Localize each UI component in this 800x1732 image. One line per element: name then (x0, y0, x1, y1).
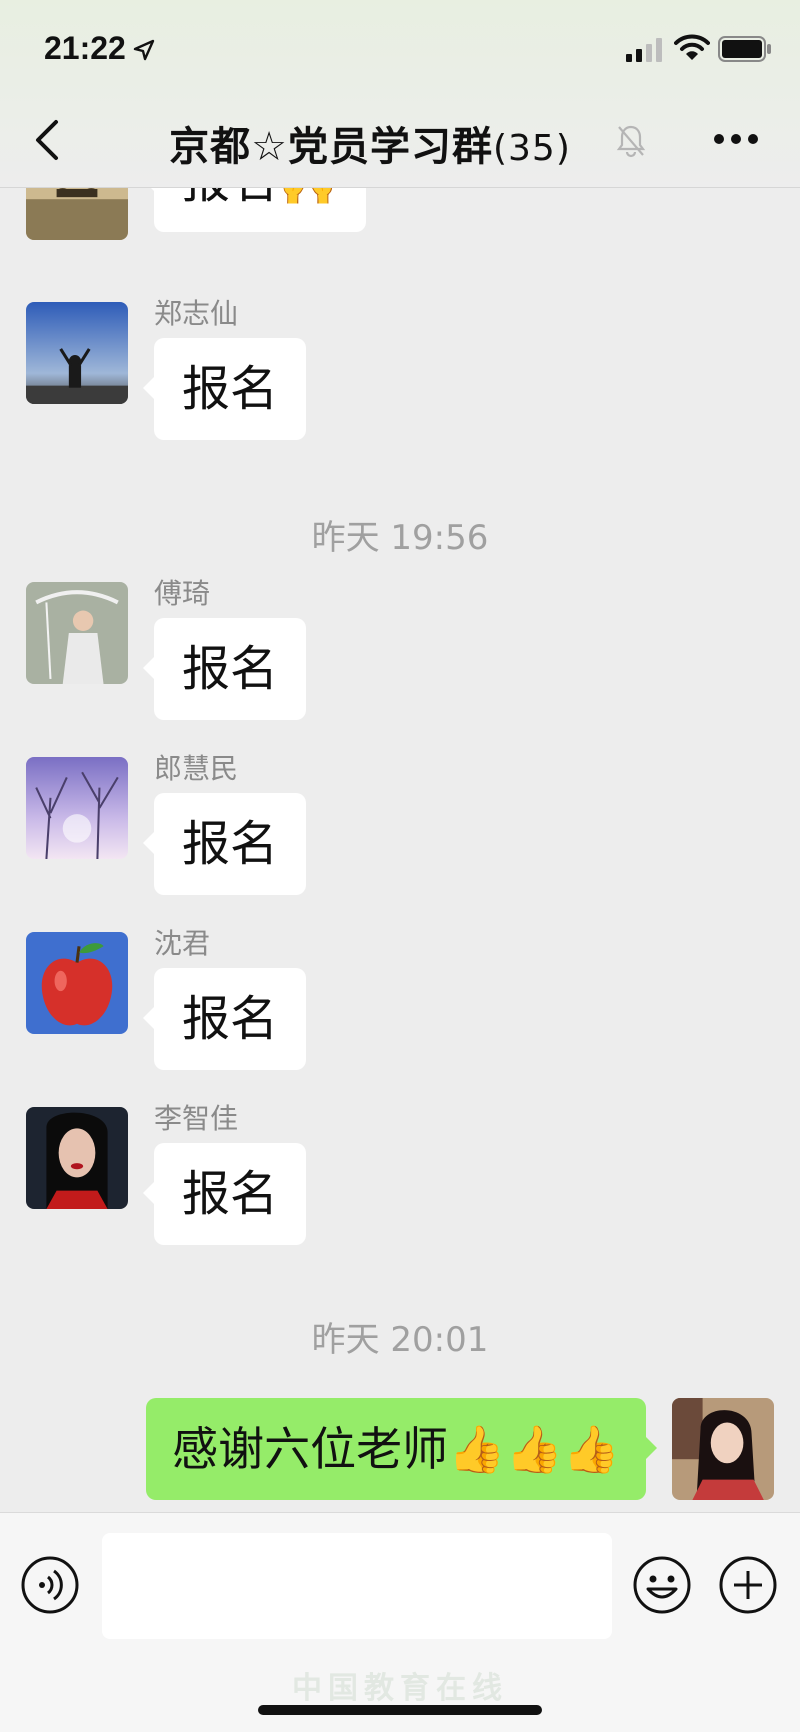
cellular-signal-icon (626, 38, 662, 62)
avatar[interactable] (26, 757, 128, 859)
message-bubble[interactable]: 报名🙌 (143, 188, 366, 232)
sender-name: 傅琦 (154, 577, 211, 610)
sender-name: 李智佳 (154, 1102, 239, 1135)
member-count: (35) (492, 128, 571, 169)
more-functions-button[interactable] (718, 1555, 778, 1615)
sender-name: 郎慧民 (154, 752, 239, 785)
message-list[interactable]: 报名🙌 郑志仙 报名 昨天 19:56 (0, 188, 800, 1512)
avatar[interactable] (26, 302, 128, 404)
mute-bell-icon (616, 125, 646, 158)
chat-title: 京都☆党员学习群(35) (0, 114, 800, 172)
sender-name: 郑志仙 (154, 297, 239, 330)
location-arrow-icon (133, 39, 155, 61)
timestamp: 昨天 20:01 (311, 1320, 489, 1360)
timestamp: 昨天 19:56 (311, 518, 489, 558)
my-avatar[interactable] (672, 1398, 774, 1500)
avatar[interactable] (26, 188, 128, 240)
emoji-button[interactable] (632, 1555, 692, 1615)
message-bubble[interactable]: 报名 (142, 1143, 307, 1245)
group-name: 京都☆党员学习群 (169, 124, 493, 170)
status-time: 21:22 (44, 30, 126, 66)
message-bubble[interactable]: 报名 (142, 793, 307, 895)
watermark: 中国教育在线 (292, 1671, 508, 1706)
message-bubble[interactable]: 报名 (142, 968, 307, 1070)
more-options-button[interactable] (712, 132, 760, 146)
home-indicator[interactable] (258, 1705, 542, 1715)
message-bubble[interactable]: 报名 (142, 338, 307, 440)
sender-name: 沈君 (154, 927, 211, 960)
my-message-bubble[interactable]: 感谢六位老师👍👍👍 (146, 1398, 657, 1500)
avatar[interactable] (26, 1107, 128, 1209)
wifi-icon (674, 34, 710, 60)
input-bar: 中国教育在线 (0, 1512, 800, 1732)
message-bubble[interactable]: 报名 (142, 618, 307, 720)
voice-input-button[interactable] (20, 1555, 80, 1615)
avatar[interactable] (26, 932, 128, 1034)
avatar[interactable] (26, 582, 128, 684)
message-input[interactable] (102, 1533, 612, 1639)
top-bar: 21:22 京都☆党员学习群(35) (0, 0, 800, 188)
battery-icon (718, 36, 771, 62)
